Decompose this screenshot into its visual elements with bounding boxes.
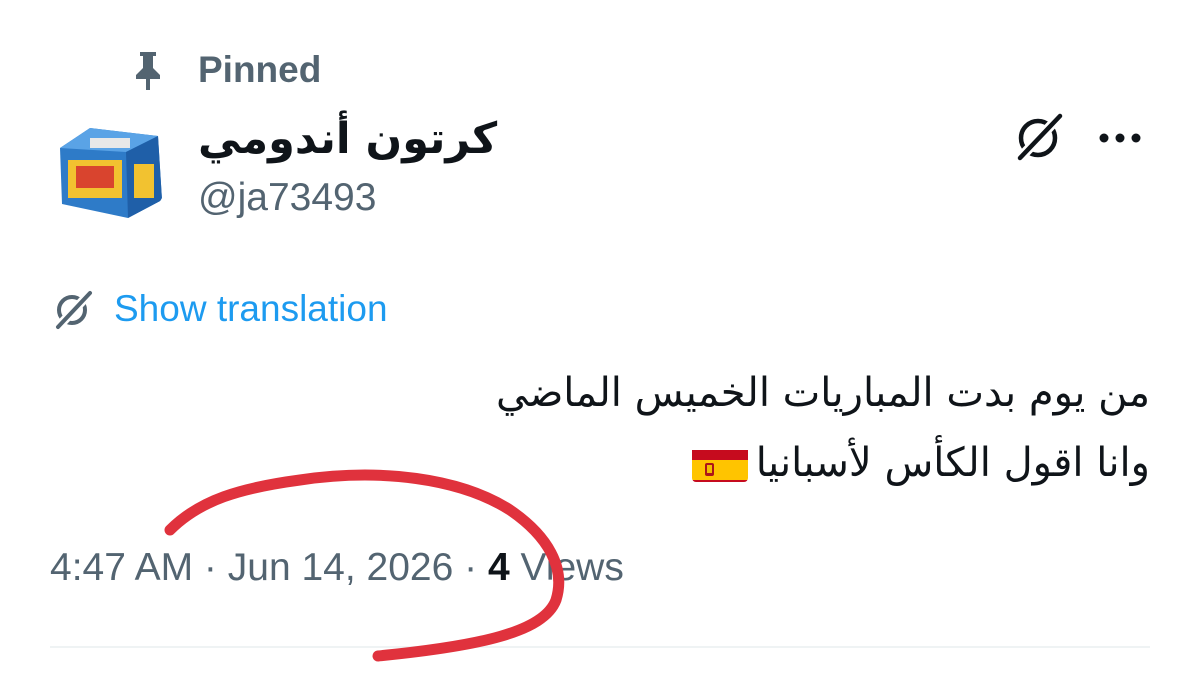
tweet-line-2: وانا اقول الكأس لأسبانيا bbox=[250, 428, 1150, 498]
author-handle[interactable]: @ja73493 bbox=[198, 174, 376, 222]
views-count: 4 bbox=[487, 546, 510, 589]
tweet-line-2-text: وانا اقول الكأس لأسبانيا bbox=[755, 440, 1150, 486]
author-display-name[interactable]: كرتون أندومي bbox=[198, 112, 497, 166]
show-translation-button[interactable]: Show translation bbox=[50, 282, 388, 336]
tweet-time[interactable]: 4:47 AM bbox=[50, 546, 193, 589]
tweet-date[interactable]: Jun 14, 2026 bbox=[228, 546, 454, 589]
pinned-label: Pinned bbox=[198, 49, 322, 90]
tweet-line-1: من يوم بدت المباريات الخميس الماضي bbox=[495, 370, 1150, 416]
show-translation-label[interactable]: Show translation bbox=[114, 285, 388, 333]
meta-separator: · bbox=[453, 546, 488, 589]
meta-separator: · bbox=[193, 546, 228, 589]
grok-icon[interactable] bbox=[1010, 108, 1070, 166]
pin-icon bbox=[136, 52, 160, 90]
grok-icon bbox=[54, 289, 94, 331]
avatar[interactable] bbox=[50, 108, 170, 228]
spain-flag-emoji bbox=[691, 442, 748, 482]
tweet-text: من يوم بدت المباريات الخميس الماضي وانا … bbox=[250, 358, 1150, 498]
tweet-meta: 4:47 AM · Jun 14, 2026 · 4 Views bbox=[50, 542, 624, 594]
views-label: Views bbox=[509, 546, 624, 589]
more-icon[interactable] bbox=[1090, 118, 1150, 158]
divider bbox=[50, 646, 1150, 648]
